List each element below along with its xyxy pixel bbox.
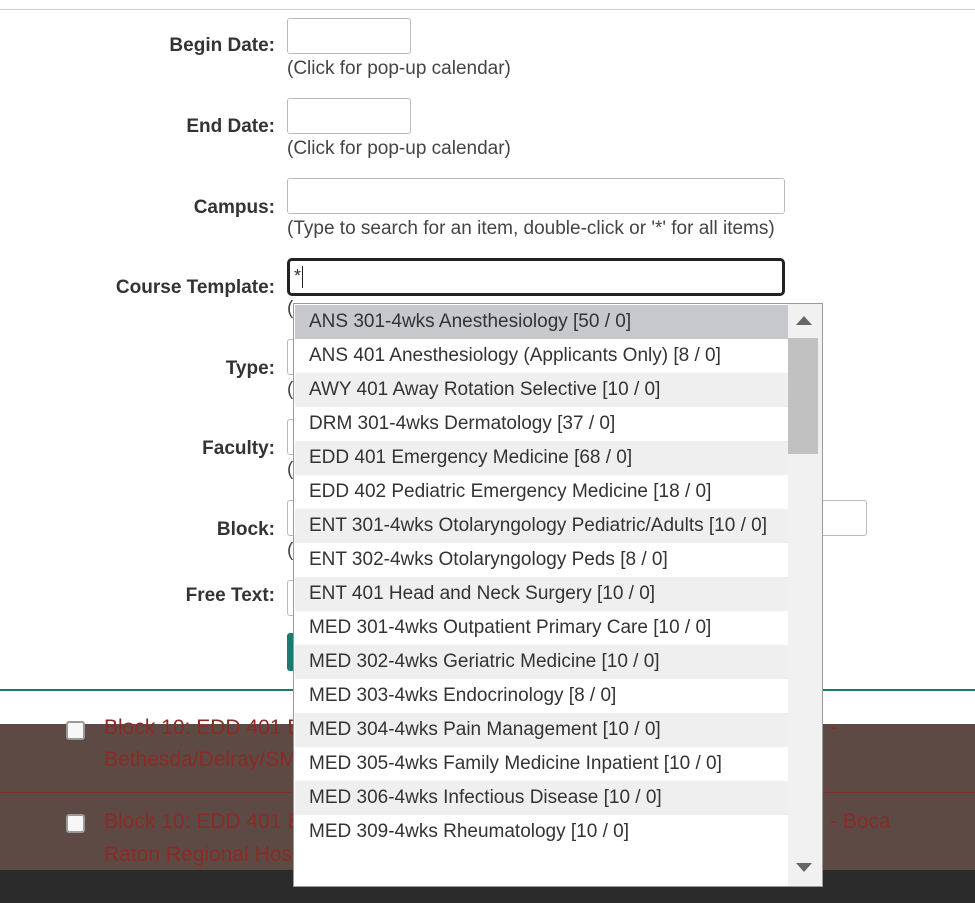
text-caret bbox=[302, 266, 304, 289]
dropdown-option[interactable]: EDD 401 Emergency Medicine [68 / 0] bbox=[295, 441, 789, 475]
dropdown-option[interactable]: MED 309-4wks Rheumatology [10 / 0] bbox=[295, 815, 789, 849]
campus-field[interactable] bbox=[287, 178, 785, 214]
dropdown-option[interactable]: ENT 301-4wks Otolaryngology Pediatric/Ad… bbox=[295, 509, 789, 543]
begin-date-hint: (Click for pop-up calendar) bbox=[287, 58, 511, 79]
end-date-label: End Date: bbox=[186, 116, 275, 137]
result-line2: Raton Regional Hos bbox=[104, 843, 292, 866]
top-divider bbox=[0, 0, 975, 10]
course-template-dropdown[interactable]: ANS 301-4wks Anesthesiology [50 / 0] ANS … bbox=[293, 303, 823, 887]
dropdown-option[interactable]: EDD 402 Pediatric Emergency Medicine [18… bbox=[295, 475, 789, 509]
dropdown-option[interactable]: ENT 401 Head and Neck Surgery [10 / 0] bbox=[295, 577, 789, 611]
course-template-value: * bbox=[294, 266, 302, 286]
dropdown-option[interactable]: ANS 401 Anesthesiology (Applicants Only)… bbox=[295, 339, 789, 373]
end-date-field[interactable] bbox=[287, 98, 411, 134]
scrollbar-thumb[interactable] bbox=[788, 338, 818, 454]
dropdown-list: ANS 301-4wks Anesthesiology [50 / 0] ANS … bbox=[295, 305, 789, 849]
dropdown-option[interactable]: DRM 301-4wks Dermatology [37 / 0] bbox=[295, 407, 789, 441]
begin-date-label: Begin Date: bbox=[169, 35, 275, 56]
end-date-hint: (Click for pop-up calendar) bbox=[287, 138, 511, 159]
scroll-down-icon[interactable] bbox=[796, 863, 812, 872]
free-text-label: Free Text: bbox=[185, 585, 275, 606]
dropdown-option[interactable]: MED 302-4wks Geriatric Medicine [10 / 0] bbox=[295, 645, 789, 679]
dropdown-scrollbar[interactable] bbox=[788, 304, 822, 886]
block-label: Block: bbox=[216, 519, 275, 540]
result-line1-right: - bbox=[830, 716, 837, 739]
campus-hint: (Type to search for an item, double-clic… bbox=[287, 218, 775, 239]
dropdown-option[interactable]: AWY 401 Away Rotation Selective [10 / 0] bbox=[295, 373, 789, 407]
dropdown-option[interactable]: ENT 302-4wks Otolaryngology Peds [8 / 0] bbox=[295, 543, 789, 577]
dropdown-option[interactable]: MED 306-4wks Infectious Disease [10 / 0] bbox=[295, 781, 789, 815]
dropdown-option[interactable]: MED 305-4wks Family Medicine Inpatient [… bbox=[295, 747, 789, 781]
dropdown-option[interactable]: ANS 301-4wks Anesthesiology [50 / 0] bbox=[295, 305, 789, 339]
result-line1[interactable]: Block 10: EDD 401 E bbox=[104, 712, 301, 743]
result-line2: Bethesda/Delray/SM bbox=[104, 748, 297, 771]
dropdown-option[interactable]: MED 304-4wks Pain Management [10 / 0] bbox=[295, 713, 789, 747]
result-line1-right: - Boca bbox=[830, 810, 891, 833]
result-checkbox[interactable] bbox=[66, 814, 85, 833]
dropdown-option[interactable]: MED 303-4wks Endocrinology [8 / 0] bbox=[295, 679, 789, 713]
result-line1[interactable]: Block 10: EDD 401 E bbox=[104, 806, 301, 837]
course-template-label: Course Template: bbox=[115, 277, 275, 298]
begin-date-field[interactable] bbox=[287, 18, 411, 54]
campus-label: Campus: bbox=[193, 197, 275, 218]
type-label: Type: bbox=[225, 358, 275, 379]
dropdown-option[interactable]: MED 301-4wks Outpatient Primary Care [10… bbox=[295, 611, 789, 645]
result-checkbox[interactable] bbox=[66, 721, 85, 740]
course-template-field[interactable]: * bbox=[287, 258, 785, 296]
faculty-label: Faculty: bbox=[202, 438, 275, 459]
scroll-up-icon[interactable] bbox=[796, 316, 812, 325]
